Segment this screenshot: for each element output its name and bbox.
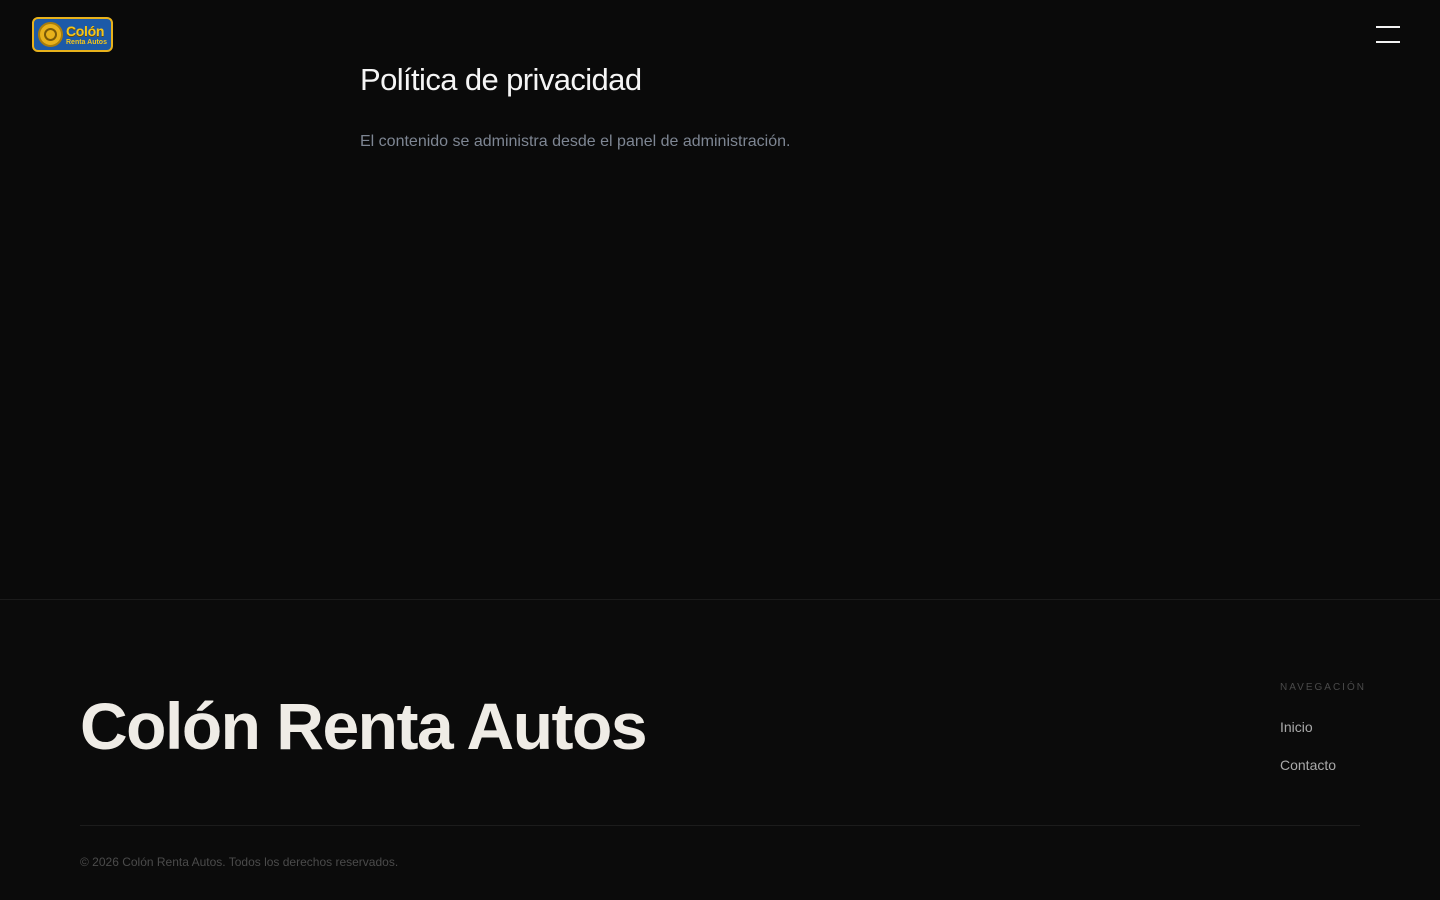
footer-bottom-divider <box>80 825 1360 826</box>
menu-line-bottom <box>1376 41 1400 43</box>
page: Colón Renta Autos Política de privacidad… <box>0 0 1440 900</box>
copyright-text: © 2026 Colón Renta Autos. Todos los dere… <box>80 855 399 869</box>
logo-emblem-ring <box>44 28 57 41</box>
footer-link-contacto[interactable]: Contacto <box>1280 757 1336 773</box>
site-logo[interactable]: Colón Renta Autos <box>32 17 113 52</box>
logo-title: Colón <box>66 22 105 39</box>
hamburger-menu-icon[interactable] <box>1376 26 1400 44</box>
page-body-text: El contenido se administra desde el pane… <box>360 133 791 150</box>
menu-line-top <box>1376 26 1400 28</box>
logo-text: Colón Renta Autos <box>66 24 107 46</box>
logo-emblem-icon <box>38 22 63 47</box>
footer-link-inicio[interactable]: Inicio <box>1280 719 1313 735</box>
logo-subtitle: Renta Autos <box>66 38 107 46</box>
footer-brand-name: Colón Renta Autos <box>80 689 648 763</box>
page-title: Política de privacidad <box>360 62 642 97</box>
footer-nav-heading: NAVEGACIÓN <box>1280 682 1366 693</box>
